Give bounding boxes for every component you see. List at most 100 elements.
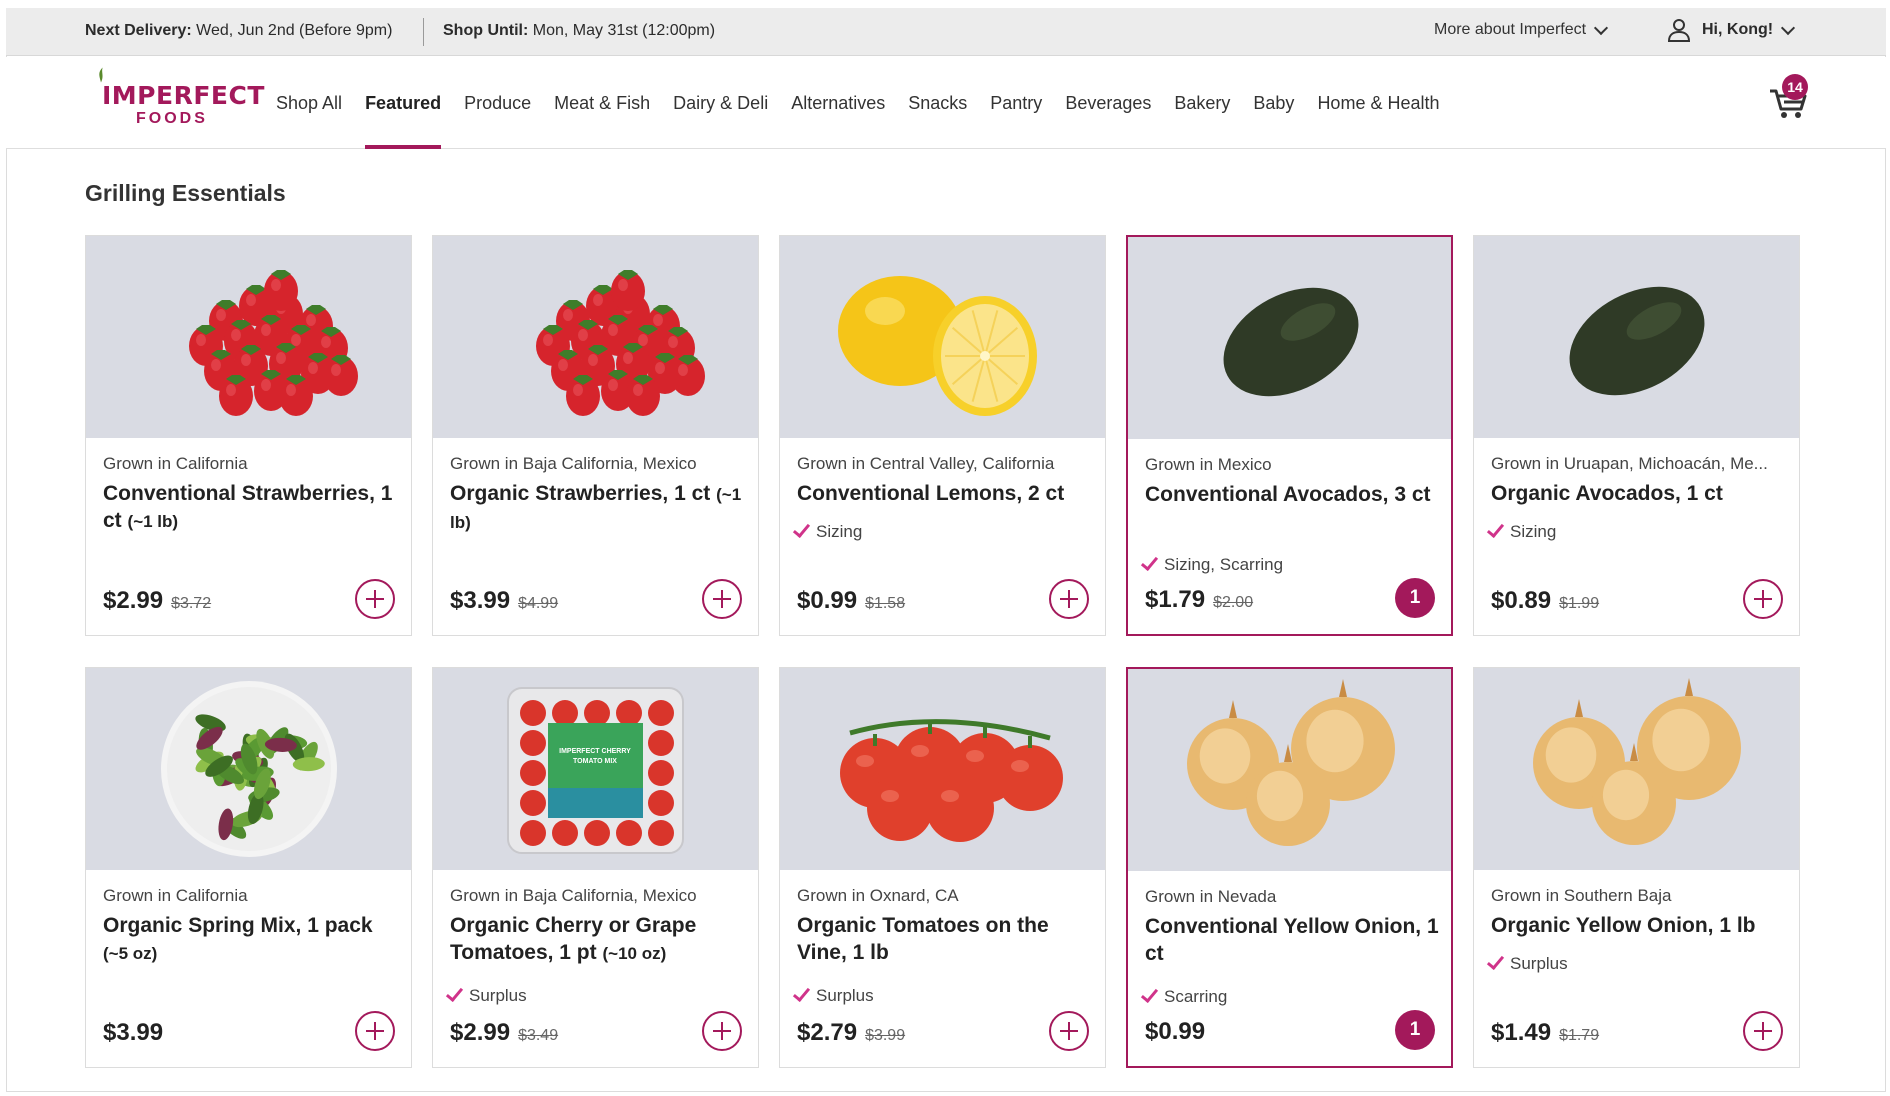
current-price: $3.99 [103,1019,164,1046]
product-origin: Grown in California [103,454,248,473]
product-card[interactable]: Grown in California Organic Spring Mix, … [85,667,412,1068]
product-quantity: (~1 lb) [127,512,179,531]
shop-until-label: Shop Until: [443,22,529,39]
user-greeting: Hi, Kong! [1702,21,1774,38]
product-image[interactable] [1128,237,1451,439]
product-image[interactable] [1474,668,1799,870]
current-price: $0.89 [1491,587,1552,614]
checkmark-icon [445,983,464,1003]
add-to-cart-button[interactable] [702,579,742,619]
nav-item-produce[interactable]: Produce [464,57,531,149]
product-card[interactable]: Grown in Southern Baja Organic Yellow On… [1473,667,1800,1068]
product-imperfection-tag: Surplus [792,983,874,1006]
cart-quantity-button[interactable]: 1 [1395,1010,1435,1050]
product-origin: Grown in Uruapan, Michoacán, Me... [1491,454,1768,473]
product-imperfection-tag: Surplus [1486,951,1568,974]
product-name[interactable]: Organic Strawberries, 1 ct (~1 lb) [450,480,750,536]
add-to-cart-button[interactable] [702,1011,742,1051]
product-card[interactable]: Grown in Uruapan, Michoacán, Me... Organ… [1473,235,1800,636]
add-to-cart-button[interactable] [1049,1011,1089,1051]
section-title: Grilling Essentials [85,180,286,206]
product-name[interactable]: Organic Tomatoes on the Vine, 1 lb [797,912,1097,966]
product-image[interactable] [1474,236,1799,438]
original-price: $1.58 [865,595,906,612]
original-price: $2.00 [1213,594,1254,611]
checkmark-icon [1486,519,1505,539]
logo-wordmark: IMPERFECT [102,81,265,110]
product-card[interactable]: Grown in Oxnard, CA Organic Tomatoes on … [779,667,1106,1068]
current-price: $1.49 [1491,1019,1552,1046]
product-name-text: Organic Yellow Onion, 1 lb [1491,914,1756,937]
original-price: $1.99 [1559,595,1600,612]
product-name-text: Conventional Yellow Onion, 1 ct [1145,915,1439,965]
product-price: $1.79 $2.00 [1145,586,1253,614]
product-image-art [536,270,705,416]
more-about-imperfect-label: More about Imperfect [1434,21,1587,38]
product-card[interactable]: Grown in Baja California, Mexico Organic… [432,235,759,636]
nav-item-baby[interactable]: Baby [1253,57,1294,149]
product-name[interactable]: Conventional Strawberries, 1 ct (~1 lb) [103,480,403,535]
original-price: $4.99 [518,595,559,612]
product-price: $0.99 [1145,1018,1205,1046]
account-menu[interactable]: Hi, Kong! [1666,17,1796,43]
product-image[interactable]: IMPERFECT CHERRY TOMATO MIX [433,668,758,870]
product-name-text: Conventional Avocados, 3 ct [1145,483,1431,506]
product-price: $2.79 $3.99 [797,1019,905,1047]
product-name[interactable]: Organic Cherry or Grape Tomatoes, 1 pt (… [450,912,750,967]
next-delivery-value: Wed, Jun 2nd (Before 9pm) [196,22,393,39]
nav-item-beverages[interactable]: Beverages [1065,57,1151,149]
product-imperfection-tag: Surplus [445,983,527,1006]
add-to-cart-button[interactable] [1743,579,1783,619]
nav-item-home-health[interactable]: Home & Health [1317,57,1439,149]
nav-item-alternatives[interactable]: Alternatives [791,57,885,149]
product-card[interactable]: Grown in Nevada Conventional Yellow Onio… [1126,667,1453,1068]
shop-until: Shop Until: Mon, May 31st (12:00pm) [443,22,715,40]
product-name[interactable]: Conventional Yellow Onion, 1 ct [1145,913,1445,967]
imperfection-label: Scarring [1164,987,1228,1006]
product-image[interactable] [86,668,411,870]
add-to-cart-button[interactable] [355,579,395,619]
product-name[interactable]: Conventional Avocados, 3 ct [1145,481,1445,508]
product-card[interactable]: Grown in California Conventional Strawbe… [85,235,412,636]
product-origin: Grown in Mexico [1145,455,1272,474]
checkmark-icon [1140,984,1159,1004]
nav-item-featured[interactable]: Featured [365,57,442,149]
product-card[interactable]: IMPERFECT CHERRY TOMATO MIX Grown in Baja… [432,667,759,1068]
product-name[interactable]: Organic Yellow Onion, 1 lb [1491,912,1791,939]
imperfection-label: Sizing [1510,522,1557,541]
nav-item-snacks[interactable]: Snacks [908,57,967,149]
product-image[interactable] [780,236,1105,438]
product-card[interactable]: Grown in Central Valley, California Conv… [779,235,1106,636]
checkmark-icon [792,983,811,1003]
product-price: $1.49 $1.79 [1491,1019,1599,1047]
product-name-text: Organic Spring Mix, 1 pack [103,914,373,937]
product-image[interactable] [1128,669,1451,871]
add-to-cart-button[interactable] [1049,579,1089,619]
product-image[interactable] [433,236,758,438]
user-icon [1667,19,1691,42]
product-name[interactable]: Organic Spring Mix, 1 pack (~5 oz) [103,912,403,967]
product-name[interactable]: Conventional Lemons, 2 ct [797,480,1097,507]
add-to-cart-button[interactable] [355,1011,395,1051]
divider [423,18,424,46]
product-origin: Grown in Baja California, Mexico [450,454,697,473]
product-card[interactable]: Grown in Mexico Conventional Avocados, 3… [1126,235,1453,636]
more-about-imperfect-menu[interactable]: More about Imperfect [1434,20,1609,39]
current-price: $0.99 [797,587,858,614]
product-image-art [1223,287,1359,397]
nav-item-meat-fish[interactable]: Meat & Fish [554,57,650,149]
add-to-cart-button[interactable] [1743,1011,1783,1051]
nav-item-bakery[interactable]: Bakery [1174,57,1230,149]
product-name[interactable]: Organic Avocados, 1 ct [1491,480,1791,507]
shop-until-value: Mon, May 31st (12:00pm) [532,22,716,39]
product-image[interactable] [86,236,411,438]
nav-item-shop-all[interactable]: Shop All [276,57,342,149]
nav-item-pantry[interactable]: Pantry [990,57,1042,149]
product-name-text: Conventional Lemons, 2 ct [797,482,1065,505]
nav-item-dairy-deli[interactable]: Dairy & Deli [673,57,768,149]
cart-quantity-button[interactable]: 1 [1395,578,1435,618]
imperfect-foods-logo[interactable]: IMPERFECT FOODS [94,67,264,137]
product-quantity: (~5 oz) [103,944,158,963]
product-image[interactable] [780,668,1105,870]
product-image-art [1533,678,1741,845]
